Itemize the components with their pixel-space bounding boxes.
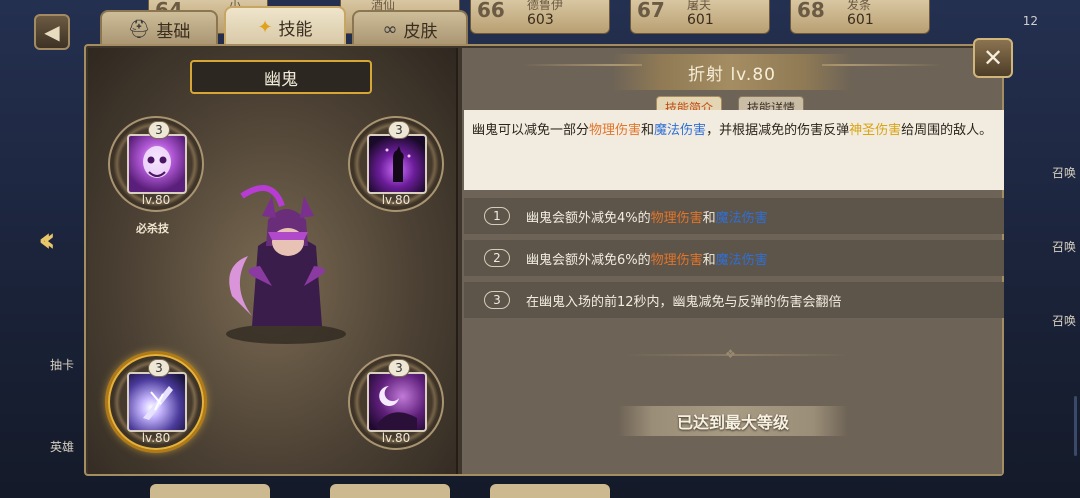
corner-counter: 12 bbox=[1022, 14, 1038, 28]
effect-number: 2 bbox=[484, 249, 510, 267]
tab-label: 技能 bbox=[278, 19, 313, 40]
skill-slot-4[interactable]: 3 lv.80 bbox=[348, 354, 444, 450]
skill-detail-pane: 折射 lv.80 技能简介 技能详情 幽鬼可以减免一部分物理伤害和魔法伤害，并根… bbox=[462, 48, 1004, 474]
skill-level: lv.80 bbox=[141, 193, 171, 207]
hero-skill-panel: 幽鬼 3 lv.80 必杀技 3 lv.80 3 lv.80 3 lv.80 折… bbox=[84, 44, 1004, 476]
ghost-skull-icon bbox=[127, 134, 187, 194]
side-summon-label: 召唤 bbox=[1051, 240, 1076, 254]
tab-skins[interactable]: ∞ 皮肤 bbox=[352, 10, 468, 46]
roster-number: 66 bbox=[477, 0, 505, 22]
tab-label: 皮肤 bbox=[403, 21, 438, 42]
physical-damage-term: 物理伤害 bbox=[589, 123, 642, 138]
skin-rings-icon: ∞ bbox=[382, 18, 398, 40]
skill-upgrade-badge: 3 bbox=[388, 359, 410, 377]
tab-skills[interactable]: ✦ 技能 bbox=[224, 6, 346, 46]
scrollbar[interactable] bbox=[1074, 396, 1077, 456]
roster-card-bottom bbox=[490, 484, 610, 498]
side-summon-label: 召唤 bbox=[1051, 166, 1076, 180]
hero-skills-pane: 幽鬼 3 lv.80 必杀技 3 lv.80 3 lv.80 3 lv.80 bbox=[88, 48, 458, 474]
skill-slot-3[interactable]: 3 lv.80 bbox=[108, 354, 204, 450]
crescent-moon-icon bbox=[367, 372, 427, 432]
reflect-blade-icon bbox=[127, 372, 187, 432]
skill-slot-2[interactable]: 3 lv.80 bbox=[348, 116, 444, 212]
tab-label: 基础 bbox=[156, 21, 191, 42]
close-button[interactable]: ✕ bbox=[973, 38, 1013, 78]
hero-portrait bbox=[212, 176, 352, 346]
holy-damage-term: 神圣伤害 bbox=[849, 123, 902, 138]
max-level-notice: 已达到最大等级 bbox=[618, 406, 848, 436]
skill-description: 幽鬼可以减免一部分物理伤害和魔法伤害，并根据减免的伤害反弹神圣伤害给周围的敌人。 bbox=[464, 110, 1004, 190]
close-icon: ✕ bbox=[982, 44, 1004, 72]
skill-level: lv.80 bbox=[141, 431, 171, 445]
desc-text: ，并根据减免的伤害反弹 bbox=[706, 123, 850, 138]
shadow-hand-icon bbox=[367, 134, 427, 194]
effect-number: 3 bbox=[484, 291, 510, 309]
side-summon-label: 召唤 bbox=[1051, 314, 1076, 328]
roster-power: 601 bbox=[687, 12, 714, 28]
physical-damage-term: 物理伤害 bbox=[650, 252, 703, 268]
roster-card-bottom bbox=[330, 484, 450, 498]
effect-text: 幽鬼会额外减免4%的 bbox=[526, 210, 651, 226]
roster-card-bottom bbox=[150, 484, 270, 498]
divider-ornament-icon: ❖ bbox=[725, 347, 736, 361]
skill-slot-1[interactable]: 3 lv.80 bbox=[108, 116, 204, 212]
effect-text: 幽鬼会额外减免6%的 bbox=[526, 252, 651, 268]
back-button[interactable]: ◀ bbox=[34, 14, 70, 50]
skill-effect-row: 3 在幽鬼入场的前12秒内，幽鬼减免与反弹的伤害会翻倍 bbox=[464, 282, 1004, 318]
roster-card: 67 屠夫 601 bbox=[630, 0, 770, 34]
skill-level: lv.80 bbox=[381, 431, 411, 445]
roster-number: 67 bbox=[637, 0, 665, 22]
roster-power: 601 bbox=[847, 12, 874, 28]
ultimate-tag: 必杀技 bbox=[136, 222, 169, 235]
side-menu-summon-label: 抽卡 bbox=[50, 358, 75, 372]
effect-text: 在幽鬼入场的前12秒内，幽鬼减免与反弹的伤害会翻倍 bbox=[526, 294, 842, 310]
side-menu-heroes-label: 英雄 bbox=[50, 440, 75, 454]
roster-card: 66 德鲁伊 603 bbox=[470, 0, 610, 34]
magic-damage-term: 魔法伤害 bbox=[654, 123, 707, 138]
roster-card: 68 发条 601 bbox=[790, 0, 930, 34]
skill-title: 折射 lv.80 bbox=[612, 54, 852, 90]
effect-text: 和 bbox=[702, 252, 716, 268]
effect-number: 1 bbox=[484, 207, 510, 225]
magic-damage-term: 魔法伤害 bbox=[715, 210, 768, 226]
effect-text: 和 bbox=[702, 210, 716, 226]
desc-text: 幽鬼可以减免一部分 bbox=[472, 123, 590, 138]
helmet-icon: ⛑ bbox=[127, 18, 151, 40]
physical-damage-term: 物理伤害 bbox=[650, 210, 703, 226]
skill-level: lv.80 bbox=[381, 193, 411, 207]
roster-number: 68 bbox=[797, 0, 825, 22]
tab-basic[interactable]: ⛑ 基础 bbox=[100, 10, 218, 46]
back-arrow-icon: ◀ bbox=[44, 20, 60, 44]
skill-upgrade-badge: 3 bbox=[148, 359, 170, 377]
previous-hero-arrow-icon[interactable]: ‹‹ bbox=[38, 220, 56, 260]
hero-name: 幽鬼 bbox=[190, 60, 372, 94]
magic-damage-term: 魔法伤害 bbox=[715, 252, 768, 268]
divider bbox=[622, 354, 852, 356]
skill-effect-row: 1 幽鬼会额外减免4%的 物理伤害和魔法伤害 bbox=[464, 198, 1004, 234]
desc-text: 给周围的敌人。 bbox=[901, 123, 993, 138]
desc-text: 和 bbox=[641, 123, 655, 138]
skill-upgrade-badge: 3 bbox=[388, 121, 410, 139]
skill-effect-row: 2 幽鬼会额外减免6%的 物理伤害和魔法伤害 bbox=[464, 240, 1004, 276]
skill-star-icon: ✦ bbox=[257, 16, 273, 38]
roster-power: 603 bbox=[527, 12, 554, 28]
skill-upgrade-badge: 3 bbox=[148, 121, 170, 139]
